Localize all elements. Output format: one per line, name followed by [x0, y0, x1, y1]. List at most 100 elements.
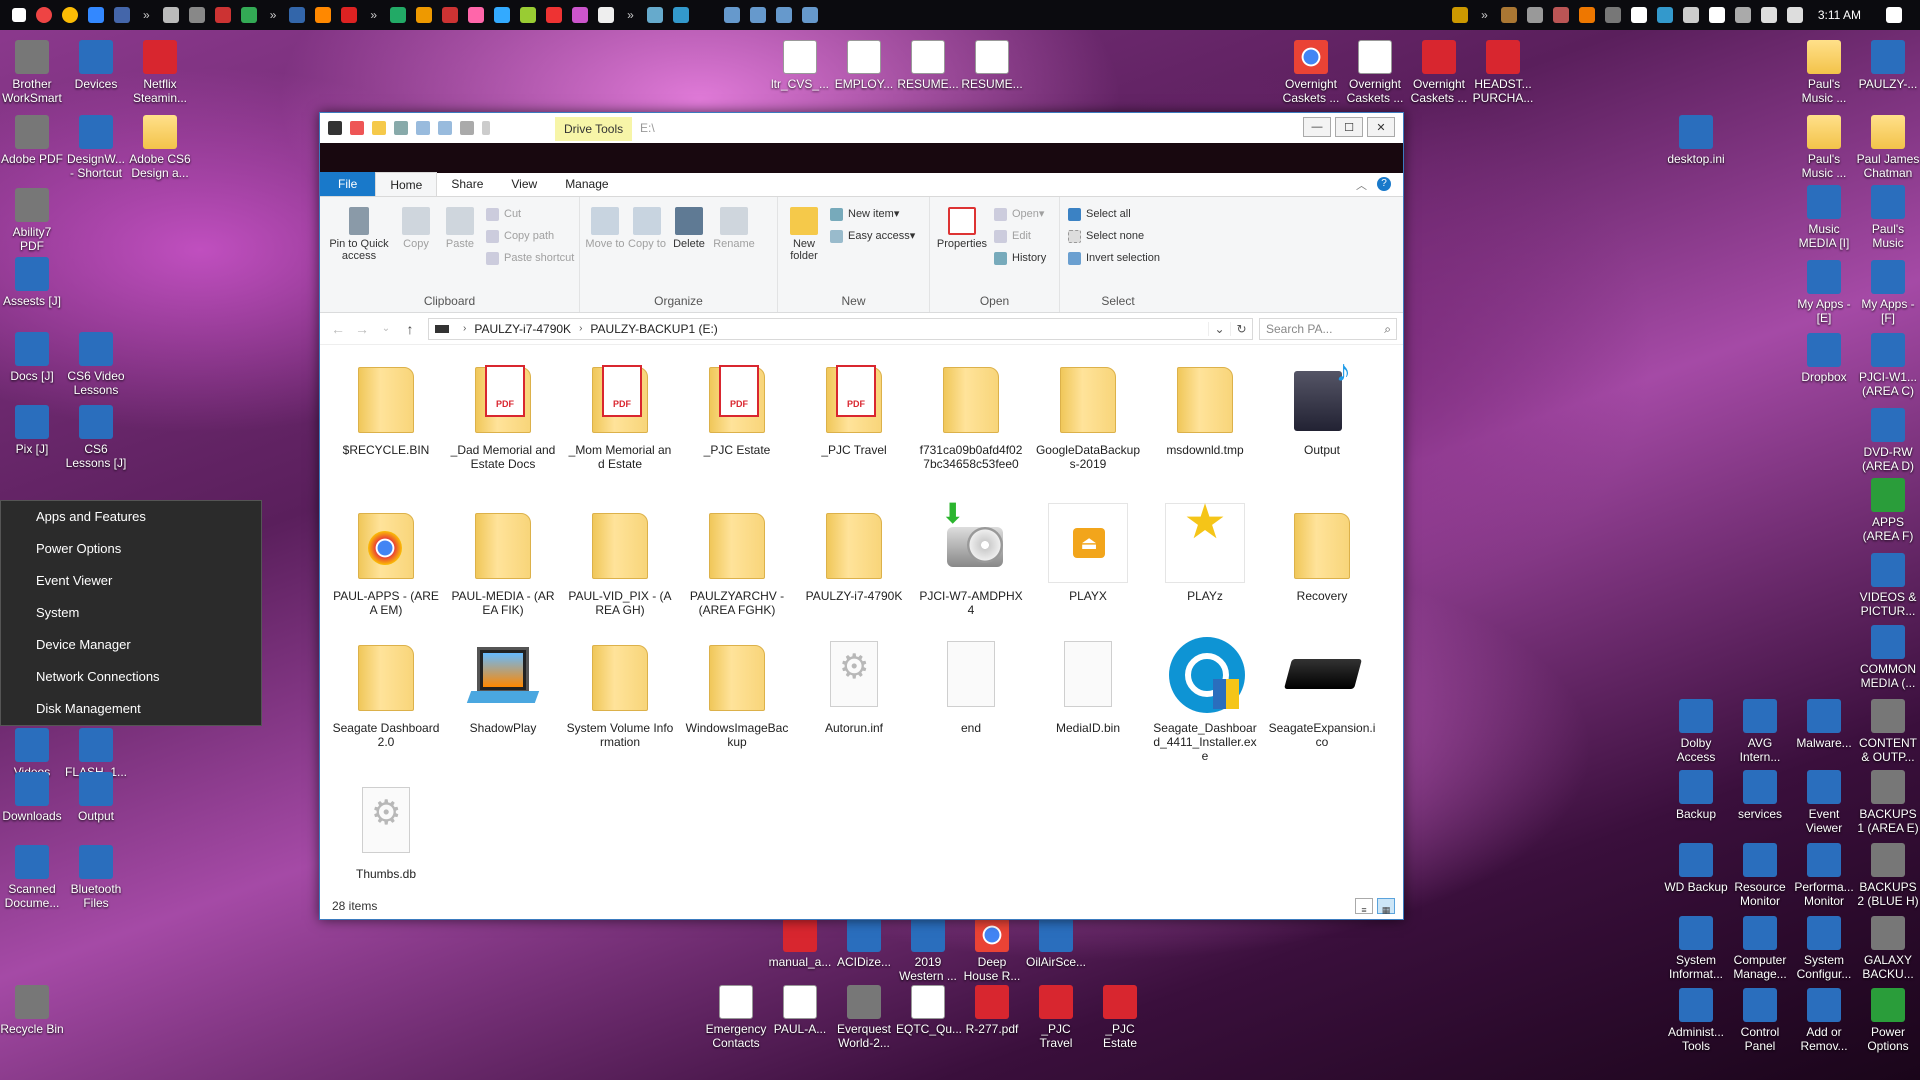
app-icon[interactable] — [646, 7, 663, 23]
chevron-down-icon[interactable] — [482, 121, 490, 135]
desktop-shortcut[interactable]: ltr_CVS_... — [768, 40, 832, 91]
breadcrumb-drive[interactable]: PAULZY-BACKUP1 (E:) — [590, 322, 717, 336]
properties-icon[interactable] — [350, 121, 364, 135]
desktop-shortcut[interactable]: BACKUPS 2 (BLUE H) — [1856, 843, 1920, 908]
desktop-shortcut[interactable]: Devices — [64, 40, 128, 91]
app-icon[interactable] — [494, 7, 511, 23]
desktop-shortcut[interactable]: GALAXY BACKU... — [1856, 916, 1920, 981]
open-button[interactable]: Open ▾ — [994, 203, 1046, 225]
menu-item-disk-management[interactable]: Disk Management — [1, 693, 261, 725]
desktop-shortcut[interactable]: Overnight Caskets ... — [1343, 40, 1407, 105]
recent-chevron-icon[interactable]: ⌄ — [374, 323, 398, 334]
app-icon[interactable] — [188, 7, 205, 23]
file-item[interactable]: Seagate Dashboard 2.0 — [332, 635, 440, 749]
desktop-shortcut[interactable]: Brother WorkSmart — [0, 40, 64, 105]
history-button[interactable]: History — [994, 247, 1046, 269]
dropbox-icon[interactable] — [1630, 7, 1647, 23]
paste-shortcut-button[interactable]: Paste shortcut — [486, 247, 574, 269]
desktop-shortcut[interactable]: Dolby Access — [1664, 699, 1728, 764]
search-input[interactable]: Search PA... ⌕ — [1259, 317, 1397, 340]
action-center-icon[interactable] — [1886, 7, 1902, 23]
app-icon[interactable] — [468, 7, 485, 23]
desktop-shortcut[interactable]: desktop.ini — [1664, 115, 1728, 166]
select-none-button[interactable]: Select none — [1068, 225, 1160, 247]
file-item[interactable]: ★ PLAYz — [1151, 499, 1259, 603]
select-all-button[interactable]: Select all — [1068, 203, 1160, 225]
desktop-shortcut[interactable]: DesignW... - Shortcut — [64, 115, 128, 180]
desktop-shortcut[interactable]: Deep House R... — [960, 918, 1024, 983]
new-folder-icon[interactable] — [372, 121, 386, 135]
file-item[interactable]: msdownld.tmp — [1151, 357, 1259, 457]
close-button[interactable]: ✕ — [1367, 117, 1395, 137]
desktop-shortcut[interactable]: Power Options — [1856, 988, 1920, 1053]
overflow-chevron[interactable]: » — [270, 8, 277, 22]
app-icon[interactable] — [572, 7, 589, 23]
cut-button[interactable]: Cut — [486, 203, 574, 225]
menu-item-apps-features[interactable]: Apps and Features — [1, 501, 261, 533]
desktop-shortcut[interactable]: Docs [J] — [0, 332, 64, 383]
tray-icon[interactable] — [1578, 7, 1595, 23]
desktop-shortcut[interactable]: System Informat... — [1664, 916, 1728, 981]
file-item[interactable]: Recovery — [1268, 503, 1376, 603]
desktop-shortcut[interactable]: Resource Monitor — [1728, 843, 1792, 908]
desktop-shortcut[interactable]: AVG Intern... — [1728, 699, 1792, 764]
large-icons-view-icon[interactable]: ▦ — [1377, 898, 1395, 915]
desktop-shortcut[interactable]: CS6 Video Lessons — [64, 332, 128, 397]
edit-button[interactable]: Edit — [994, 225, 1046, 247]
app-icon[interactable] — [416, 7, 433, 23]
minimize-button[interactable]: — — [1303, 117, 1331, 137]
desktop-shortcut[interactable]: Malware... — [1792, 699, 1856, 750]
desktop-shortcut[interactable]: services — [1728, 770, 1792, 821]
app-icon[interactable] — [672, 7, 689, 23]
file-item[interactable]: ⏏ PLAYX — [1034, 503, 1142, 603]
desktop-shortcut[interactable]: System Configur... — [1792, 916, 1856, 981]
file-item[interactable]: f731ca09b0afd4f027bc34658c53fee0 — [917, 357, 1025, 471]
file-item[interactable]: $RECYCLE.BIN — [332, 357, 440, 457]
desktop-shortcut[interactable]: Ability7 PDF — [0, 188, 64, 253]
app-icon[interactable] — [598, 7, 615, 23]
file-item[interactable]: PAUL-VID_PIX - (AREA GH) — [566, 503, 674, 617]
desktop-shortcut[interactable]: Netflix Steamin... — [128, 40, 192, 105]
desktop-shortcut[interactable]: Overnight Caskets ... — [1279, 40, 1343, 105]
app-icon[interactable] — [88, 7, 104, 23]
desktop-shortcut[interactable]: Everquest World-2... — [832, 985, 896, 1050]
file-item[interactable]: MediaID.bin — [1034, 635, 1142, 735]
desktop-shortcut[interactable]: EQTC_Qu... — [896, 985, 962, 1036]
file-item[interactable]: SeagateExpansion.ico — [1268, 635, 1376, 749]
desktop-shortcut[interactable]: 2019 Western ... — [896, 918, 960, 983]
address-dropdown-icon[interactable]: ⌄ — [1208, 321, 1230, 336]
start-icon[interactable] — [12, 8, 26, 22]
desktop-shortcut[interactable]: Recycle Bin — [0, 985, 64, 1036]
desktop-shortcut[interactable]: Paul's Music ... — [1792, 115, 1856, 180]
desktop-shortcut[interactable]: Paul's Music — [1856, 185, 1920, 250]
tray-icon[interactable] — [1682, 7, 1699, 23]
app-icon[interactable] — [723, 7, 740, 23]
tray-icon[interactable] — [1656, 7, 1673, 23]
overflow-chevron[interactable]: » — [143, 8, 150, 22]
invert-selection-button[interactable]: Invert selection — [1068, 247, 1160, 269]
desktop-shortcut[interactable]: OilAirSce... — [1024, 918, 1088, 969]
app-icon[interactable] — [390, 7, 407, 23]
tab-share[interactable]: Share — [437, 172, 497, 196]
menu-item-device-manager[interactable]: Device Manager — [1, 629, 261, 661]
desktop-shortcut[interactable]: DVD-RW (AREA D) — [1856, 408, 1920, 473]
desktop-shortcut[interactable]: Add or Remov... — [1792, 988, 1856, 1053]
tray-icon[interactable] — [1526, 7, 1543, 23]
desktop-shortcut[interactable]: PJCI-W1... (AREA C) — [1856, 333, 1920, 398]
tab-manage[interactable]: Manage — [551, 172, 622, 196]
desktop-shortcut[interactable]: Dropbox — [1792, 333, 1856, 384]
refresh-icon[interactable]: ↻ — [1230, 321, 1252, 336]
desktop-shortcut[interactable]: Downloads — [0, 772, 64, 823]
menu-item-system[interactable]: System — [1, 597, 261, 629]
drive-tools-contextual-tab[interactable]: Drive Tools — [555, 117, 633, 141]
forward-arrow-icon[interactable]: → — [350, 321, 374, 337]
app-icon[interactable] — [214, 7, 231, 23]
app-icon[interactable] — [749, 7, 766, 23]
desktop-shortcut[interactable]: Overnight Caskets ... — [1407, 40, 1471, 105]
overflow-chevron[interactable]: » — [627, 8, 634, 22]
desktop-shortcut[interactable]: Emergency Contacts — [704, 985, 768, 1050]
delete-icon[interactable] — [394, 121, 408, 135]
tray-icon[interactable] — [1734, 7, 1751, 23]
desktop-shortcut[interactable]: Adobe CS6 Design a... — [128, 115, 192, 180]
tray-icon[interactable] — [1500, 7, 1517, 23]
